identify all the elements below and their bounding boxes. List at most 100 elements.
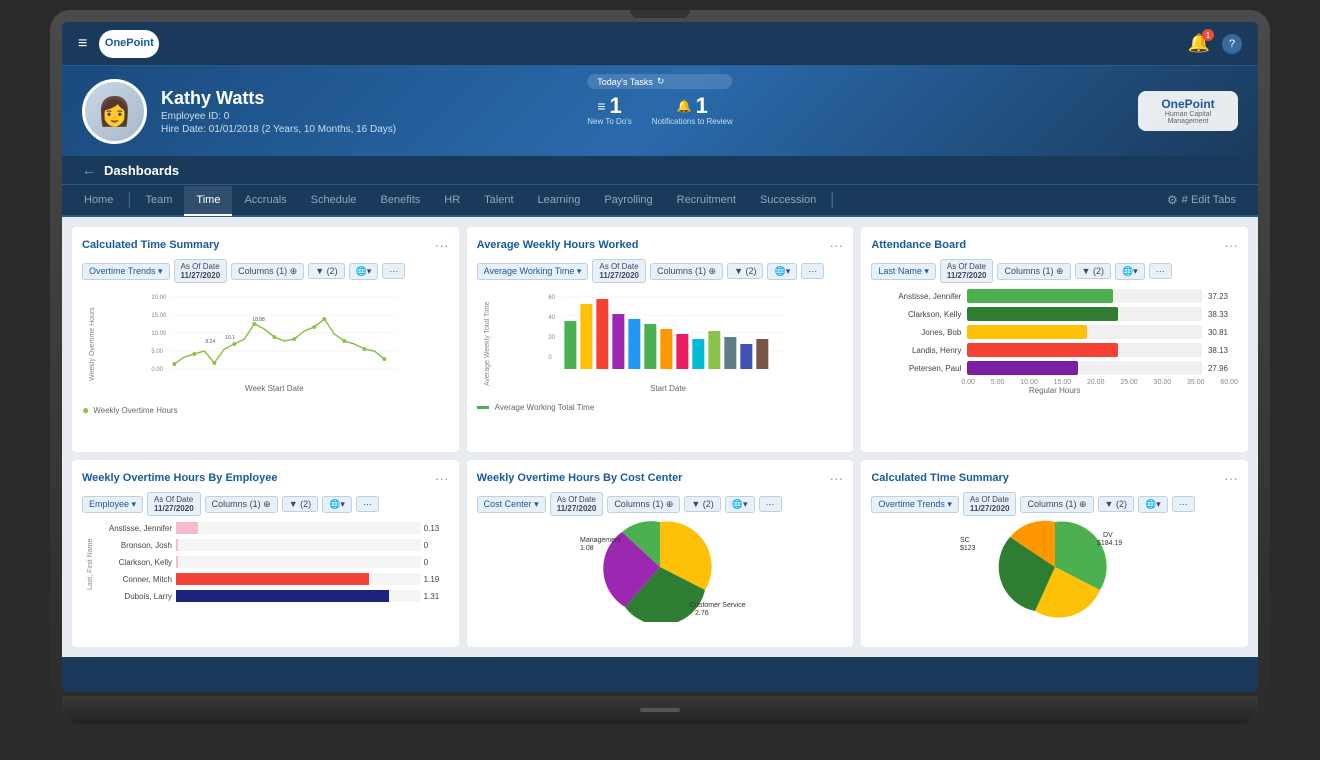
widget1-view[interactable]: 🌐▾ (349, 263, 379, 280)
widget2-view[interactable]: 🌐▾ (767, 263, 797, 280)
widget2-more[interactable]: ··· (801, 263, 824, 279)
emp-row-4: Dubois, Larry 1.31 (96, 590, 449, 602)
widget6-filter[interactable]: ▼ (2) (1098, 496, 1134, 512)
widget1-menu[interactable]: ··· (435, 237, 449, 253)
emp-row-2: Clarkson, Kelly 0 (96, 556, 449, 568)
hero-section: 👩 Kathy Watts Employee ID: 0 Hire Date: … (62, 66, 1258, 156)
widget5-filter[interactable]: ▼ (2) (684, 496, 720, 512)
widget4-menu[interactable]: ··· (435, 470, 449, 486)
widget5-view[interactable]: 🌐▾ (725, 496, 755, 513)
widget2-columns[interactable]: Columns (1) ⊕ (650, 263, 723, 280)
edit-tabs-button[interactable]: ⚙ # Edit Tabs (1155, 185, 1248, 215)
attendance-row-2: Jones, Bob 30.81 (871, 325, 1238, 339)
svg-text:1.08: 1.08 (580, 545, 594, 552)
help-button[interactable]: ? (1222, 34, 1242, 54)
widget4-filter[interactable]: ▼ (2) (282, 496, 318, 512)
widget1-dropdown[interactable]: Overtime Trends ▾ (82, 263, 170, 280)
tab-hr[interactable]: HR (432, 186, 472, 216)
widget6-title: Calculated TIme Summary (871, 472, 1009, 484)
widget3-columns[interactable]: Columns (1) ⊕ (997, 263, 1070, 280)
widget1-columns[interactable]: Columns (1) ⊕ (231, 263, 304, 280)
widget6-more[interactable]: ··· (1172, 496, 1195, 512)
tab-payrolling[interactable]: Payrolling (592, 186, 664, 216)
svg-text:20.00: 20.00 (151, 295, 167, 301)
tab-benefits[interactable]: Benefits (369, 186, 433, 216)
widget2-legend-icon (477, 406, 489, 409)
today-tasks-label: Today's Tasks ↻ (587, 74, 732, 89)
widget1-title: Calculated Time Summary (82, 239, 219, 251)
widget3-title: Attendance Board (871, 239, 966, 251)
widget1-date[interactable]: As Of Date11/27/2020 (174, 259, 228, 283)
svg-text:20: 20 (548, 335, 555, 341)
widget3-date[interactable]: As Of Date11/27/2020 (940, 259, 994, 283)
widget2-y-axis: Average Weekly Total Time (477, 289, 491, 399)
widget1-legend-label: Weekly Overtime Hours (93, 406, 177, 415)
tab-accruals[interactable]: Accruals (232, 186, 298, 216)
svg-text:5.00: 5.00 (151, 349, 163, 355)
tab-time[interactable]: Time (184, 186, 232, 216)
tab-learning[interactable]: Learning (526, 186, 593, 216)
tab-recruitment[interactable]: Recruitment (665, 186, 748, 216)
widget3-dropdown[interactable]: Last Name ▾ (871, 263, 936, 280)
widget3-filter[interactable]: ▼ (2) (1075, 263, 1111, 279)
tab-schedule[interactable]: Schedule (299, 186, 369, 216)
gear-icon: ⚙ (1167, 193, 1178, 207)
widget2-chart: 60 40 20 0 (493, 289, 844, 379)
svg-text:DV: DV (1103, 532, 1113, 539)
widget6-columns[interactable]: Columns (1) ⊕ (1020, 496, 1093, 513)
widget3-menu[interactable]: ··· (1224, 237, 1238, 253)
logo-area: OnePoint (99, 30, 159, 58)
widget2-filter[interactable]: ▼ (2) (727, 263, 763, 279)
notification-bell[interactable]: 🔔 1 (1188, 33, 1210, 54)
svg-text:0: 0 (548, 355, 552, 361)
widget6-chart: SC $123 DV $184.19 (871, 522, 1238, 612)
widget5-menu[interactable]: ··· (829, 470, 843, 486)
widget3-more[interactable]: ··· (1149, 263, 1172, 279)
widget4-title: Weekly Overtime Hours By Employee (82, 472, 277, 484)
tab-talent[interactable]: Talent (472, 186, 525, 216)
widget2-title: Average Weekly Hours Worked (477, 239, 639, 251)
tab-succession[interactable]: Succession (748, 186, 828, 216)
attendance-row-0: Anstisse, Jennifer 37.23 (871, 289, 1238, 303)
notifications-task: 🔔 1 Notifications to Review (652, 95, 733, 126)
widget2-legend-label: Average Working Total Time (495, 403, 595, 412)
back-button[interactable]: ← (82, 162, 96, 178)
widget5-more[interactable]: ··· (759, 496, 782, 512)
widget1-filter[interactable]: ▼ (2) (308, 263, 344, 279)
widget2-date[interactable]: As Of Date11/27/2020 (592, 259, 646, 283)
widget4-view[interactable]: 🌐▾ (322, 496, 352, 513)
svg-text:15.00: 15.00 (151, 313, 167, 319)
widget4-more[interactable]: ··· (356, 496, 379, 512)
logo: OnePoint (99, 30, 159, 58)
widget5-dropdown[interactable]: Cost Center ▾ (477, 496, 546, 513)
laptop-base (62, 696, 1258, 724)
hero-tasks: Today's Tasks ↻ ≡ 1 New To Do's 🔔 (587, 74, 732, 126)
widget6-dropdown[interactable]: Overtime Trends ▾ (871, 496, 959, 513)
attendance-row-3: Landis, Henry 38.13 (871, 343, 1238, 357)
dashboards-bar: ← Dashboards (62, 156, 1258, 185)
svg-text:9.24: 9.24 (205, 339, 215, 345)
avatar: 👩 (82, 79, 147, 144)
tab-navigation: Home | Team Time Accruals Schedule Benef… (62, 185, 1258, 217)
svg-text:$123: $123 (960, 545, 976, 552)
widget5-chart: Management 1.08 Customer Service 2.76 (477, 522, 844, 612)
tab-home[interactable]: Home (72, 186, 125, 216)
tab-team[interactable]: Team (134, 186, 185, 216)
widget3-view[interactable]: 🌐▾ (1115, 263, 1145, 280)
widget6-view[interactable]: 🌐▾ (1138, 496, 1168, 513)
widget6-menu[interactable]: ··· (1224, 470, 1238, 486)
widget-calculated-time-summary-2: Calculated TIme Summary ··· Overtime Tre… (861, 460, 1248, 647)
widget-overtime-by-cost-center: Weekly Overtime Hours By Cost Center ···… (467, 460, 854, 647)
widget3-x-axis: Regular Hours (871, 386, 1238, 395)
hero-logo: OnePoint Human Capital Management (1138, 91, 1238, 131)
widget5-columns[interactable]: Columns (1) ⊕ (607, 496, 680, 513)
attendance-row-1: Clarkson, Kelly 38.33 (871, 307, 1238, 321)
hamburger-menu[interactable]: ≡ (78, 35, 87, 53)
widget4-date[interactable]: As Of Date11/27/2020 (147, 492, 201, 516)
widget4-dropdown[interactable]: Employee ▾ (82, 496, 143, 513)
widget-calculated-time-summary: Calculated Time Summary ··· Overtime Tre… (72, 227, 459, 452)
widget1-more[interactable]: ··· (382, 263, 405, 279)
widget4-columns[interactable]: Columns (1) ⊕ (205, 496, 278, 513)
widget2-dropdown[interactable]: Average Working Time ▾ (477, 263, 589, 280)
widget2-menu[interactable]: ··· (829, 237, 843, 253)
